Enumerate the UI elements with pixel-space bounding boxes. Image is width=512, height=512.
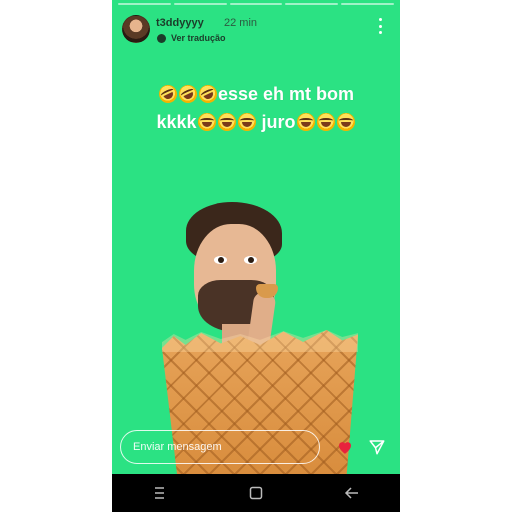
progress-segment	[173, 3, 227, 5]
laughing-emoji	[316, 113, 335, 131]
left-eye	[214, 256, 227, 264]
back-icon[interactable]	[332, 478, 372, 508]
message-input[interactable]	[120, 430, 320, 464]
laughing-emoji	[336, 113, 355, 131]
progress-segment	[229, 3, 283, 5]
caption-text-1: esse eh mt bom	[217, 84, 355, 104]
story-footer	[112, 430, 400, 470]
progress-segment	[341, 3, 394, 5]
heart-icon[interactable]	[336, 438, 354, 456]
android-nav-bar	[112, 474, 400, 512]
caption-line-1: esse eh mt bom	[112, 80, 400, 108]
caption-line-2: kkkk juro	[112, 108, 400, 136]
caption-text-2a: kkkk	[156, 112, 197, 132]
caption-text-2b: juro	[261, 112, 296, 132]
laughing-emoji	[296, 113, 315, 131]
rolling-laughing-emoji	[196, 82, 220, 106]
right-eye	[244, 256, 257, 264]
laughing-emoji	[237, 113, 256, 131]
timestamp: 22 min	[224, 17, 258, 29]
send-icon[interactable]	[368, 438, 386, 456]
translate-icon	[157, 34, 166, 43]
username[interactable]: t3ddyyyy	[156, 17, 204, 29]
progress-segment	[118, 3, 171, 5]
home-icon[interactable]	[236, 478, 276, 508]
recent-apps-icon[interactable]	[140, 478, 180, 508]
more-vertical-icon[interactable]	[378, 18, 382, 34]
translate-link[interactable]: Ver tradução	[171, 33, 226, 43]
laughing-emoji	[217, 113, 236, 131]
story-header: t3ddyyyy 22 min Ver tradução	[122, 14, 390, 48]
progress-segment	[285, 3, 339, 5]
rolling-laughing-emoji	[156, 82, 180, 106]
story-viewer[interactable]: t3ddyyyy 22 min Ver tradução esse eh mt …	[112, 0, 400, 512]
rolling-laughing-emoji	[176, 82, 200, 106]
story-caption: esse eh mt bom kkkk juro	[112, 80, 400, 136]
laughing-emoji	[197, 113, 216, 131]
story-progress-bar	[118, 3, 394, 5]
avatar[interactable]	[122, 15, 150, 43]
